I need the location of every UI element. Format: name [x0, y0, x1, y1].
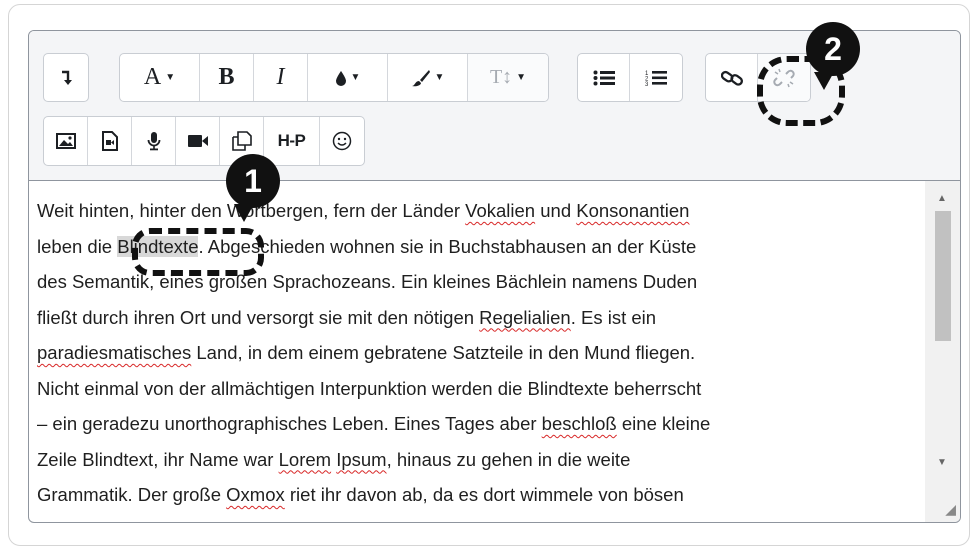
media-file-icon — [101, 131, 118, 151]
font-size-button[interactable]: T↕ ▼ — [468, 54, 548, 101]
text-line: Zeile Blindtext, ihr Name war Lorem Ipsu… — [37, 442, 924, 478]
text-line: Grammatik. Der große Oxmox riet ihr davo… — [37, 477, 924, 513]
toolbar-group-format: A ▼ B I ▼ ▼ T↕ ▼ — [119, 53, 549, 102]
text-line: paradiesmatisches Land, in dem einem geb… — [37, 335, 924, 371]
bold-button[interactable]: B — [200, 54, 254, 101]
text-segment: – ein geradezu unorthographisches Leben.… — [37, 413, 542, 434]
callout-1: 1 — [226, 154, 280, 222]
chevron-down-icon: ▼ — [516, 72, 527, 83]
chevron-down-icon: ▼ — [350, 72, 361, 83]
numbered-list-icon: 123 — [645, 70, 667, 87]
text-segment: eine kleine — [616, 413, 711, 434]
callout-2: 2 — [806, 22, 860, 90]
background-color-button[interactable]: ▼ — [388, 54, 468, 101]
h5p-button[interactable]: H-P — [264, 117, 320, 165]
files-icon — [231, 131, 252, 151]
video-camera-icon — [187, 135, 208, 147]
misspelled-word: Regelialien — [479, 306, 571, 328]
text-segment: . Es ist ein — [570, 306, 657, 328]
text-segment: fließt durch ihren Ort und versorgt sie … — [37, 306, 480, 328]
misspelled-word: Oxmox — [226, 484, 285, 505]
misspelled-word: paradiesmatisches — [37, 342, 192, 363]
arrow-down-turn-icon — [62, 70, 72, 85]
misspelled-word: Konsonantien — [576, 200, 690, 221]
misspelled-word: Ipsum — [336, 448, 387, 470]
font-style-button[interactable]: A ▼ — [120, 54, 200, 101]
microphone-icon — [147, 132, 160, 151]
toolbar-group-media: H-P — [43, 116, 365, 166]
misspelled-word: Lorem — [278, 448, 332, 470]
record-audio-button[interactable] — [132, 117, 176, 165]
text-segment: Land, in dem einem gebratene Satzteile i… — [191, 342, 696, 363]
text-segment: leben die — [37, 235, 118, 257]
font-size-label: T↕ — [489, 66, 513, 88]
scroll-up-arrow-icon[interactable]: ▲ — [937, 193, 947, 204]
chevron-down-icon: ▼ — [434, 72, 445, 83]
drop-icon — [335, 70, 346, 86]
emoji-button[interactable] — [320, 117, 364, 165]
italic-label: I — [276, 64, 285, 90]
vertical-scrollbar[interactable]: ▲ ▼ — [925, 181, 960, 522]
scrollbar-thumb[interactable] — [935, 211, 951, 341]
text-segment: und — [535, 200, 577, 221]
text-segment: Grammatik. Der große — [37, 484, 227, 505]
text-segment: , hinaus zu gehen in die weite — [386, 448, 631, 470]
highlight-ring-1 — [132, 228, 264, 276]
link-button[interactable] — [706, 54, 758, 101]
bullet-list-icon — [593, 70, 615, 85]
text-line: fließt durch ihren Ort und versorgt sie … — [37, 300, 924, 336]
chevron-down-icon: ▼ — [165, 72, 176, 83]
text-segment: Zeile Blindtext, ihr Name war — [37, 448, 279, 470]
bullet-list-button[interactable] — [578, 54, 630, 101]
image-icon — [55, 133, 76, 149]
text-segment: . Abgeschieden wohnen sie in Buchstabhau… — [198, 235, 697, 257]
text-segment: des Semantik, eines großen Sprachozeans.… — [37, 271, 698, 292]
collapse-toggle-button[interactable] — [44, 54, 88, 101]
resize-grip-icon[interactable]: ◢ — [945, 501, 956, 518]
toolbar-group-lists: 123 — [577, 53, 683, 102]
misspelled-word: Vokalien — [465, 200, 536, 221]
text-color-button[interactable]: ▼ — [308, 54, 388, 101]
smiley-icon — [332, 131, 352, 151]
brush-icon — [411, 69, 430, 86]
callout-2-label: 2 — [824, 30, 842, 67]
h5p-label: H-P — [277, 131, 306, 150]
svg-text:3: 3 — [645, 82, 649, 87]
font-style-label: A — [143, 64, 162, 90]
insert-media-button[interactable] — [88, 117, 132, 165]
text-segment: Nicht einmal von der allmächtigen Interp… — [37, 377, 702, 399]
toolbar-group-collapse — [43, 53, 89, 102]
callout-1-label: 1 — [244, 162, 262, 199]
numbered-list-button[interactable]: 123 — [630, 54, 682, 101]
link-icon — [720, 70, 743, 86]
text-line: Weit hinten, hinter den Wortbergen, fern… — [37, 193, 924, 229]
text-line: Nicht einmal von der allmächtigen Interp… — [37, 371, 924, 407]
record-video-button[interactable] — [176, 117, 220, 165]
scroll-down-arrow-icon[interactable]: ▼ — [937, 457, 947, 468]
text-line: – ein geradezu unorthographisches Leben.… — [37, 406, 924, 442]
bold-label: B — [218, 64, 235, 90]
insert-image-button[interactable] — [44, 117, 88, 165]
misspelled-word: beschloß — [541, 413, 617, 434]
italic-button[interactable]: I — [254, 54, 308, 101]
text-segment: riet ihr davon ab, da es dort wimmele vo… — [284, 484, 684, 505]
